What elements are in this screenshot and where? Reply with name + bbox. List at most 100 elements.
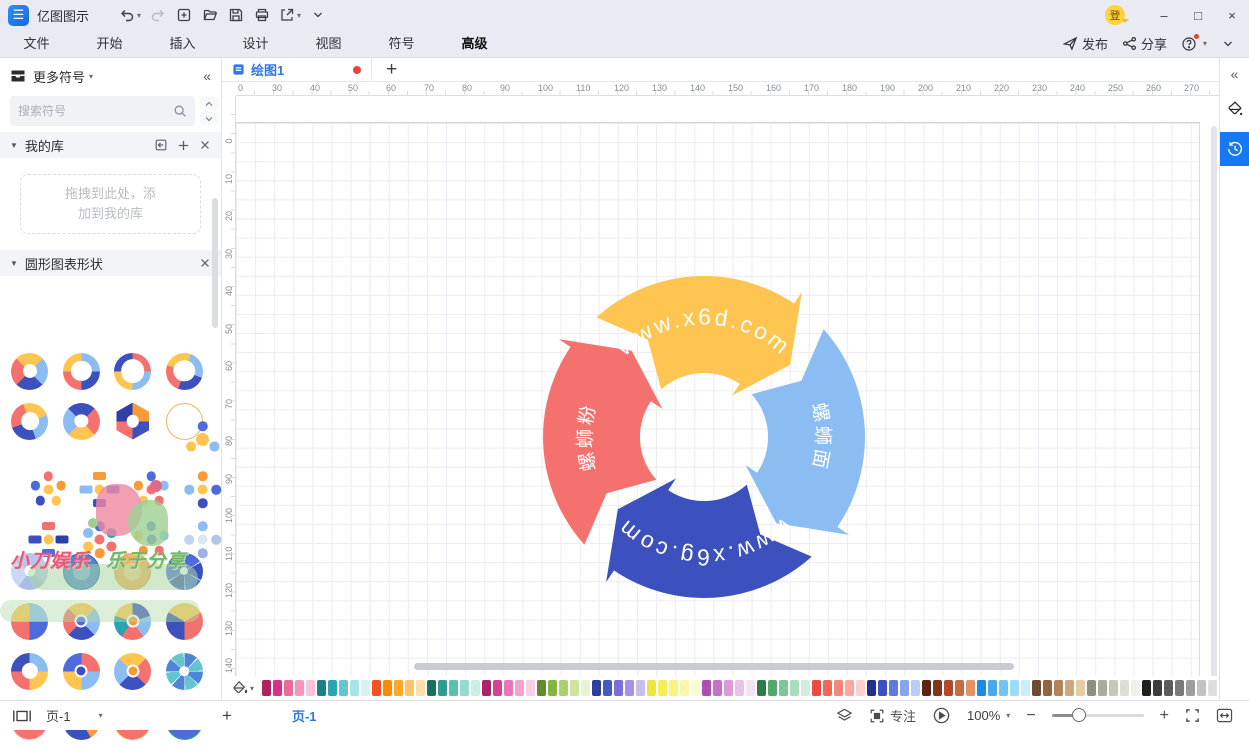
color-swatch[interactable]: [471, 680, 480, 696]
color-swatch[interactable]: [405, 680, 414, 696]
symbol-radial[interactable]: [63, 553, 100, 590]
menu-design[interactable]: 设计: [219, 30, 292, 57]
color-swatch[interactable]: [702, 680, 711, 696]
color-swatch[interactable]: [581, 680, 590, 696]
color-swatch[interactable]: [680, 680, 689, 696]
layers-button[interactable]: [836, 707, 853, 724]
history-panel-button[interactable]: [1220, 132, 1249, 166]
color-swatch[interactable]: [757, 680, 766, 696]
symbol-pie[interactable]: [114, 653, 151, 690]
vertical-scrollbar-thumb[interactable]: [1211, 126, 1217, 676]
color-swatch[interactable]: [537, 680, 546, 696]
close-library-icon[interactable]: [199, 139, 211, 151]
color-swatch[interactable]: [1131, 680, 1140, 696]
symbol-pie[interactable]: [11, 603, 48, 640]
symbol-nodes[interactable]: [114, 503, 151, 540]
color-swatch[interactable]: [603, 680, 612, 696]
color-swatch[interactable]: [801, 680, 810, 696]
color-swatch[interactable]: [900, 680, 909, 696]
color-swatch[interactable]: [548, 680, 557, 696]
color-swatch[interactable]: [999, 680, 1008, 696]
color-swatch[interactable]: [691, 680, 700, 696]
color-swatch[interactable]: [526, 680, 535, 696]
color-swatch[interactable]: [416, 680, 425, 696]
color-swatch[interactable]: [977, 680, 986, 696]
color-swatch[interactable]: [1098, 680, 1107, 696]
drawing-viewport[interactable]: www.x6d.com 螺蛳面 www.x6g.com 螺蛳粉: [236, 96, 1219, 676]
color-swatch[interactable]: [592, 680, 601, 696]
color-swatch[interactable]: [460, 680, 469, 696]
cycle-diagram[interactable]: www.x6d.com 螺蛳面 www.x6g.com 螺蛳粉: [514, 247, 894, 627]
menu-insert[interactable]: 插入: [146, 30, 219, 57]
color-swatch[interactable]: [339, 680, 348, 696]
color-swatch[interactable]: [1153, 680, 1162, 696]
color-swatch[interactable]: [306, 680, 315, 696]
color-swatch[interactable]: [922, 680, 931, 696]
symbol-nodes[interactable]: [63, 503, 100, 540]
menu-symbols[interactable]: 符号: [365, 30, 438, 57]
color-swatch[interactable]: [790, 680, 799, 696]
symbol-orbit[interactable]: [166, 403, 203, 440]
symbol-hex[interactable]: [114, 403, 151, 440]
color-swatch[interactable]: [1076, 680, 1085, 696]
symbol-donut[interactable]: [63, 403, 100, 440]
symbol-donut[interactable]: [63, 353, 100, 390]
symbol-search-input[interactable]: [18, 104, 173, 118]
color-swatch[interactable]: [856, 680, 865, 696]
export-button[interactable]: ▾: [275, 3, 305, 27]
horizontal-scrollbar-thumb[interactable]: [414, 663, 1014, 670]
symbol-donut[interactable]: [11, 553, 48, 590]
color-swatch[interactable]: [317, 680, 326, 696]
color-swatch[interactable]: [669, 680, 678, 696]
color-swatch[interactable]: [372, 680, 381, 696]
color-swatch[interactable]: [1065, 680, 1074, 696]
color-swatch[interactable]: [1120, 680, 1129, 696]
symbol-donut[interactable]: [11, 353, 48, 390]
color-swatch[interactable]: [625, 680, 634, 696]
panel-title[interactable]: 更多符号: [33, 67, 85, 86]
zoom-level-dropdown[interactable]: 100% ▾: [967, 708, 1010, 723]
color-swatch[interactable]: [1109, 680, 1118, 696]
symbol-search-box[interactable]: [10, 96, 195, 126]
fit-to-window-button[interactable]: [1216, 708, 1233, 723]
save-button[interactable]: [223, 3, 249, 27]
color-swatch[interactable]: [1197, 680, 1206, 696]
window-minimize-button[interactable]: –: [1147, 0, 1181, 30]
color-swatch[interactable]: [559, 680, 568, 696]
symbol-radial[interactable]: [114, 553, 151, 590]
color-swatch[interactable]: [1021, 680, 1030, 696]
active-page-tab[interactable]: 页-1: [292, 706, 317, 725]
color-swatch[interactable]: [779, 680, 788, 696]
my-library-section-header[interactable]: ▼ 我的库: [0, 132, 221, 158]
new-file-button[interactable]: [171, 3, 197, 27]
color-swatch[interactable]: [746, 680, 755, 696]
symbol-nodes[interactable]: [166, 503, 203, 540]
ribbon-collapse-button[interactable]: [1221, 37, 1235, 51]
print-button[interactable]: [249, 3, 275, 27]
section-collapse-triangle-icon[interactable]: ▼: [10, 141, 18, 150]
fullscreen-button[interactable]: [1185, 708, 1200, 723]
color-swatch[interactable]: [449, 680, 458, 696]
symbol-donut[interactable]: [166, 353, 203, 390]
section-collapse-triangle-icon[interactable]: ▼: [10, 259, 18, 268]
color-swatch[interactable]: [361, 680, 370, 696]
menu-advanced[interactable]: 高级: [438, 30, 511, 57]
symbol-pie[interactable]: [63, 603, 100, 640]
color-swatch[interactable]: [1142, 680, 1151, 696]
symbol-flow[interactable]: [63, 453, 100, 490]
color-swatch[interactable]: [383, 680, 392, 696]
publish-button[interactable]: 发布: [1063, 34, 1108, 53]
color-swatch[interactable]: [493, 680, 502, 696]
close-section-icon[interactable]: [199, 257, 211, 269]
symbol-wheel[interactable]: [166, 653, 203, 690]
color-swatch[interactable]: [867, 680, 876, 696]
color-swatch[interactable]: [845, 680, 854, 696]
color-swatch[interactable]: [350, 680, 359, 696]
add-tab-button[interactable]: +: [386, 59, 397, 81]
color-swatch[interactable]: [273, 680, 282, 696]
color-swatch[interactable]: [328, 680, 337, 696]
symbol-pie[interactable]: [63, 653, 100, 690]
symbol-donut[interactable]: [114, 353, 151, 390]
symbol-donut[interactable]: [11, 403, 48, 440]
color-swatch[interactable]: [724, 680, 733, 696]
